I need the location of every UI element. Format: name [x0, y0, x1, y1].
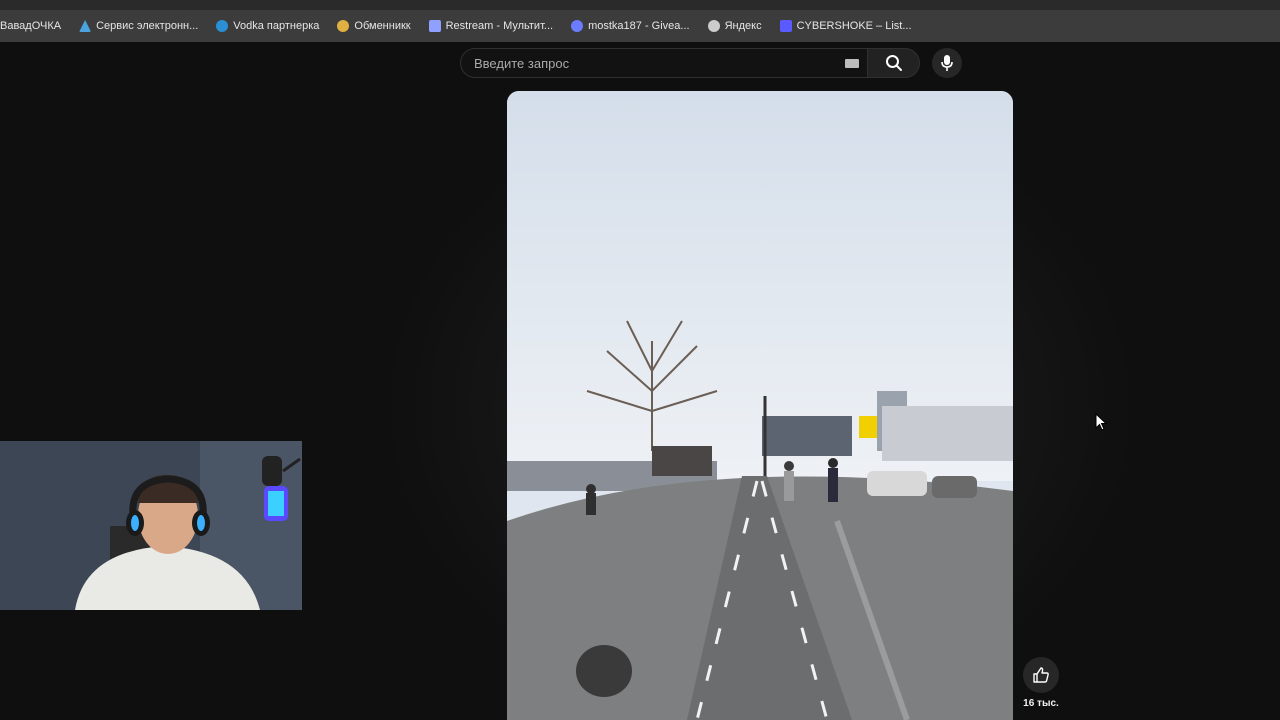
bookmark-vodka[interactable]: Vodka партнерка — [216, 20, 319, 32]
keyboard-icon[interactable] — [845, 58, 859, 68]
browser-top-strip — [0, 0, 1280, 10]
restream-icon — [428, 20, 441, 32]
search-input[interactable]: Введите запрос — [460, 48, 868, 78]
like-count: 16 тыс. — [1023, 698, 1059, 709]
bookmark-label: mostka187 - Givea... — [588, 20, 690, 32]
globe-icon — [571, 20, 584, 32]
bookmark-restream[interactable]: Restream - Мультит... — [428, 20, 554, 32]
voice-search-button[interactable] — [932, 48, 962, 78]
shield-icon — [779, 20, 792, 32]
search-placeholder: Введите запрос — [474, 55, 570, 71]
bookmarks-bar: ВавадОЧКА Сервис электронн... Vodka парт… — [0, 10, 1280, 42]
webcam-frame — [0, 441, 302, 610]
bookmark-cybershoke[interactable]: CYBERSHOKE – List... — [779, 20, 912, 32]
exchange-icon — [337, 20, 350, 32]
thumbs-up-icon — [1033, 667, 1049, 683]
bookmark-vavadochka[interactable]: ВавадОЧКА — [0, 20, 61, 32]
bookmark-label: Restream - Мультит... — [445, 20, 554, 32]
like-button[interactable] — [1023, 657, 1059, 693]
bookmark-yandex[interactable]: Яндекс — [707, 20, 762, 32]
bookmark-label: Vodka партнерка — [233, 20, 320, 32]
bookmark-label: Обменникк — [354, 20, 411, 32]
search-bar: Введите запрос — [460, 48, 962, 78]
bookmark-label: ВавадОЧКА — [0, 20, 62, 32]
bookmark-label: Яндекс — [724, 20, 762, 32]
shorts-video-player[interactable] — [507, 91, 1013, 720]
mouse-cursor-icon — [1095, 413, 1107, 431]
search-icon — [885, 55, 902, 71]
bird-icon — [216, 20, 229, 32]
globe-icon — [707, 20, 720, 32]
bookmark-service[interactable]: Сервис электронн... — [79, 20, 198, 32]
triangle-icon — [79, 20, 92, 32]
bookmark-label: CYBERSHOKE – List... — [796, 20, 912, 32]
microphone-icon — [941, 55, 953, 71]
video-frame — [507, 91, 1013, 720]
bookmark-obmennik[interactable]: Обменникк — [337, 20, 411, 32]
streamer-webcam-overlay — [0, 441, 302, 610]
bookmark-label: Сервис электронн... — [96, 20, 199, 32]
search-button[interactable] — [868, 48, 920, 78]
bookmark-mostka[interactable]: mostka187 - Givea... — [571, 20, 690, 32]
